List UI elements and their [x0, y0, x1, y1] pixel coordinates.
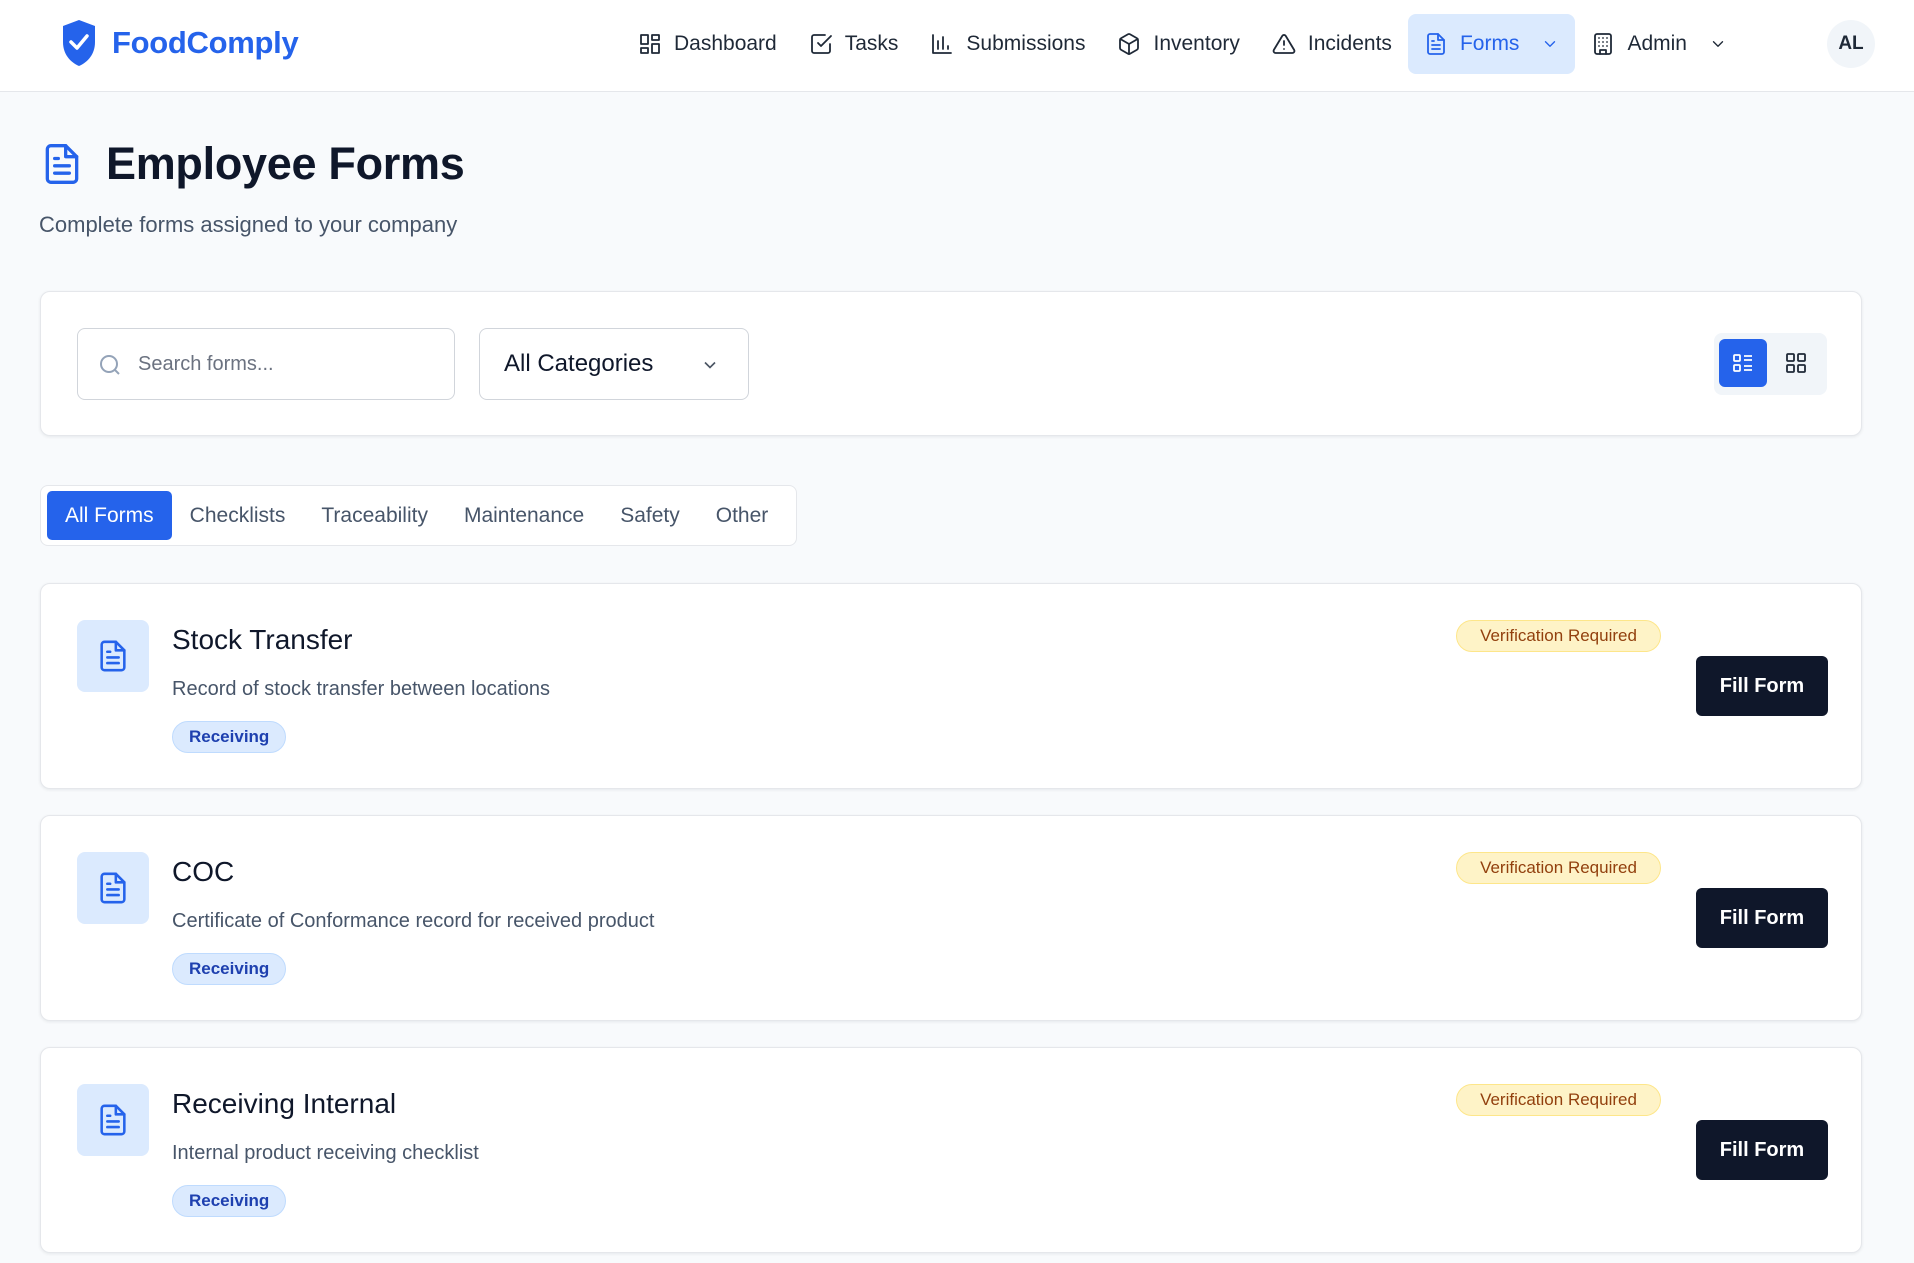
verification-badge: Verification Required: [1456, 852, 1661, 884]
form-card-receiving-internal: Receiving Internal Internal product rece…: [40, 1047, 1862, 1253]
filter-card: All Categories: [40, 291, 1862, 436]
form-title: Receiving Internal: [172, 1088, 397, 1119]
category-tabs: All Forms Checklists Traceability Mainte…: [40, 485, 797, 546]
form-category-tag: Receiving: [172, 721, 287, 753]
dashboard-icon: [640, 34, 660, 54]
user-avatar[interactable]: AL: [1827, 20, 1875, 68]
file-text-icon: [100, 872, 126, 904]
nav-label: Admin: [1627, 32, 1687, 55]
chevron-down-icon: [1712, 41, 1724, 47]
form-icon: [77, 852, 149, 924]
tab-traceability[interactable]: Traceability: [303, 491, 446, 540]
nav-label: Submissions: [966, 32, 1086, 55]
nav-label: Forms: [1459, 32, 1520, 55]
building-icon: [1594, 33, 1613, 55]
tab-maintenance[interactable]: Maintenance: [446, 491, 602, 540]
file-text-icon: [1427, 33, 1445, 55]
search-input[interactable]: [78, 329, 454, 399]
grid-view-icon: [1786, 353, 1806, 373]
category-select-value: All Categories: [504, 350, 654, 377]
form-description: Internal product receiving checklist: [172, 1142, 479, 1164]
main-nav: Dashboard Tasks Submissions Inventory In…: [622, 14, 1743, 74]
fill-form-button[interactable]: Fill Form: [1696, 888, 1828, 948]
chevron-down-icon: [704, 361, 716, 369]
nav-label: Incidents: [1307, 32, 1392, 55]
nav-item-inventory[interactable]: Inventory: [1101, 14, 1255, 74]
form-description: Certificate of Conformance record for re…: [172, 910, 655, 932]
form-description: Record of stock transfer between locatio…: [172, 678, 550, 700]
category-select[interactable]: All Categories: [479, 328, 749, 400]
list-view-button[interactable]: [1719, 339, 1767, 387]
fill-form-button[interactable]: Fill Form: [1696, 1120, 1828, 1180]
list-view-icon: [1733, 354, 1752, 372]
warning-icon: [1272, 34, 1296, 54]
fill-form-button[interactable]: Fill Form: [1696, 656, 1828, 716]
nav-item-submissions[interactable]: Submissions: [914, 14, 1101, 74]
form-category-tag: Receiving: [172, 1185, 287, 1217]
form-category-tag: Receiving: [172, 953, 287, 985]
form-card-stock-transfer: Stock Transfer Record of stock transfer …: [40, 583, 1862, 789]
nav-item-forms[interactable]: Forms: [1407, 14, 1576, 74]
shield-check-icon: [63, 20, 95, 66]
tab-all-forms[interactable]: All Forms: [47, 491, 172, 540]
page-subtitle: Complete forms assigned to your company: [39, 212, 458, 237]
page-header: Employee Forms: [40, 138, 465, 190]
brand[interactable]: FoodComply: [60, 18, 299, 68]
form-icon: [77, 1084, 149, 1156]
grid-view-button[interactable]: [1772, 339, 1820, 387]
form-title: COC: [172, 856, 235, 887]
verification-badge: Verification Required: [1456, 620, 1661, 652]
nav-label: Dashboard: [674, 32, 777, 55]
file-text-icon: [45, 144, 79, 184]
file-text-icon: [100, 1104, 126, 1136]
package-icon: [1119, 33, 1140, 55]
form-title: Stock Transfer: [172, 624, 353, 655]
file-text-icon: [100, 640, 126, 672]
nav-item-tasks[interactable]: Tasks: [793, 14, 915, 74]
form-icon: [77, 620, 149, 692]
check-square-icon: [810, 34, 832, 54]
nav-item-admin[interactable]: Admin: [1575, 14, 1743, 74]
nav-item-incidents[interactable]: Incidents: [1256, 14, 1408, 74]
tab-other[interactable]: Other: [698, 491, 787, 540]
brand-name: FoodComply: [112, 25, 299, 60]
page-title: Employee Forms: [106, 138, 465, 189]
search-field: [77, 328, 455, 400]
tab-safety[interactable]: Safety: [602, 491, 698, 540]
nav-item-dashboard[interactable]: Dashboard: [622, 14, 793, 74]
view-toggle: [1714, 333, 1827, 395]
nav-label: Inventory: [1153, 32, 1240, 55]
chevron-down-icon: [1545, 41, 1556, 47]
tab-checklists[interactable]: Checklists: [172, 491, 304, 540]
verification-badge: Verification Required: [1456, 1084, 1661, 1116]
search-icon: [100, 355, 120, 375]
nav-label: Tasks: [844, 32, 899, 55]
form-card-coc: COC Certificate of Conformance record fo…: [40, 815, 1862, 1021]
top-navbar: FoodComply Dashboard Tasks Submissions I…: [0, 0, 1914, 92]
bar-chart-icon: [932, 34, 953, 54]
